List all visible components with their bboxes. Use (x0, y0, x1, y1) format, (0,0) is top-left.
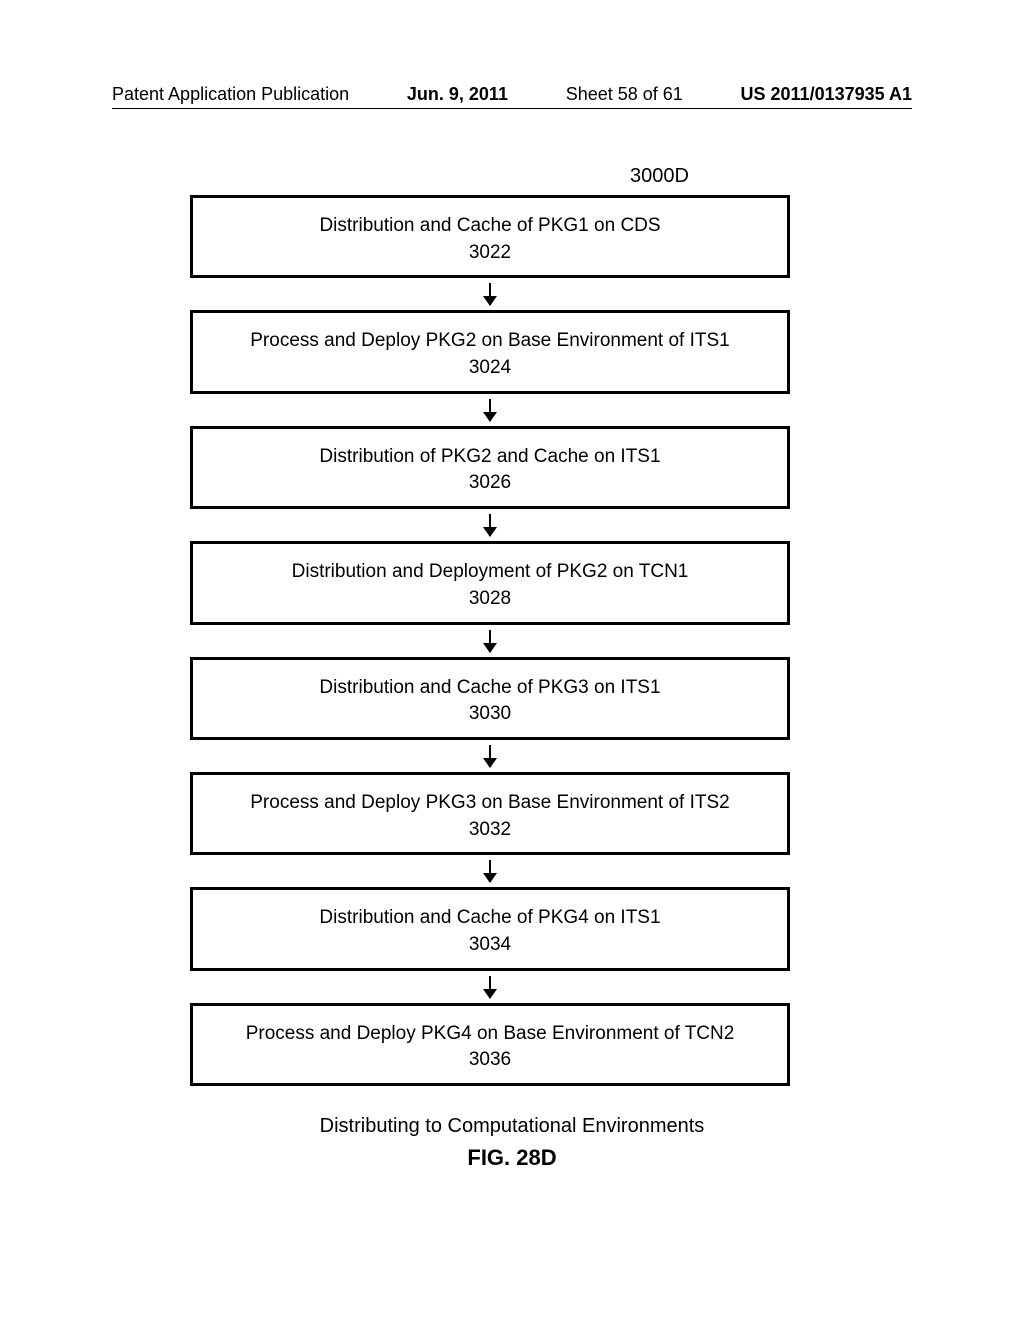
figure-caption: Distributing to Computational Environmen… (0, 1115, 1024, 1138)
flow-step: Process and Deploy PKG4 on Base Environm… (190, 1003, 790, 1086)
flow-step: Distribution of PKG2 and Cache on ITS1 3… (190, 426, 790, 509)
step-ref: 3032 (203, 818, 777, 843)
sheet-number: Sheet 58 of 61 (566, 84, 683, 105)
step-ref: 3026 (203, 471, 777, 496)
flow-step: Process and Deploy PKG2 on Base Environm… (190, 310, 790, 393)
flow-arrow (190, 971, 790, 1003)
step-ref: 3036 (203, 1048, 777, 1073)
flow-arrow (190, 855, 790, 887)
step-text: Distribution and Cache of PKG1 on CDS (319, 215, 660, 236)
step-text: Process and Deploy PKG3 on Base Environm… (250, 792, 729, 813)
step-text: Distribution of PKG2 and Cache on ITS1 (319, 446, 660, 467)
flowchart: Distribution and Cache of PKG1 on CDS 30… (190, 195, 790, 1086)
flow-step: Process and Deploy PKG3 on Base Environm… (190, 772, 790, 855)
step-ref: 3022 (203, 241, 777, 266)
figure-reference-number: 3000D (630, 165, 689, 188)
flow-arrow (190, 625, 790, 657)
page-header: Patent Application Publication Jun. 9, 2… (0, 84, 1024, 105)
step-text: Process and Deploy PKG2 on Base Environm… (250, 330, 729, 351)
flow-step: Distribution and Deployment of PKG2 on T… (190, 541, 790, 624)
step-ref: 3024 (203, 356, 777, 381)
publication-date: Jun. 9, 2011 (407, 84, 508, 105)
flow-arrow (190, 278, 790, 310)
flow-step: Distribution and Cache of PKG1 on CDS 30… (190, 195, 790, 278)
step-text: Distribution and Cache of PKG4 on ITS1 (319, 907, 660, 928)
step-ref: 3030 (203, 702, 777, 727)
flow-arrow (190, 509, 790, 541)
publication-number: US 2011/0137935 A1 (741, 84, 912, 105)
header-divider (112, 108, 912, 109)
step-text: Distribution and Cache of PKG3 on ITS1 (319, 677, 660, 698)
flow-step: Distribution and Cache of PKG3 on ITS1 3… (190, 657, 790, 740)
figure-label: FIG. 28D (0, 1145, 1024, 1171)
step-ref: 3034 (203, 933, 777, 958)
step-text: Process and Deploy PKG4 on Base Environm… (246, 1023, 735, 1044)
step-text: Distribution and Deployment of PKG2 on T… (292, 561, 689, 582)
step-ref: 3028 (203, 587, 777, 612)
flow-step: Distribution and Cache of PKG4 on ITS1 3… (190, 887, 790, 970)
flow-arrow (190, 740, 790, 772)
flow-arrow (190, 394, 790, 426)
publication-type: Patent Application Publication (112, 84, 349, 105)
